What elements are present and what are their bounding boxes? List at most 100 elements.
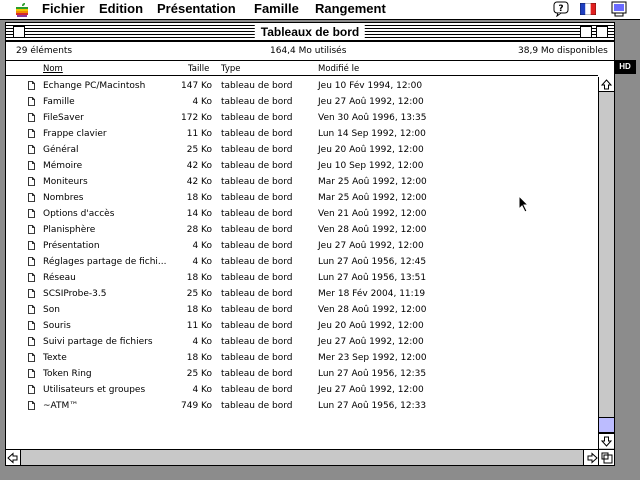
scroll-right-arrow-icon[interactable] bbox=[583, 450, 598, 465]
apple-menu-icon[interactable] bbox=[14, 2, 30, 18]
column-modified[interactable]: Modifié le bbox=[318, 63, 359, 75]
list-item[interactable]: Planisphère 28 Ko tableau de bord Ven 28 Ao… bbox=[6, 222, 598, 238]
file-type: tableau de bord bbox=[221, 337, 293, 347]
file-modified: Lun 27 Aoû 1956, 12:35 bbox=[318, 369, 427, 379]
file-type: tableau de bord bbox=[221, 241, 293, 251]
list-item[interactable]: Moniteurs 42 Ko tableau de bord Mar 25 Aoû … bbox=[6, 174, 598, 190]
list-item[interactable]: Texte 18 Ko tableau de bord Mer 23 Sep 1992… bbox=[6, 350, 598, 366]
list-item[interactable]: Echange PC/Macintosh 147 Ko tableau de bor… bbox=[6, 78, 598, 94]
document-icon bbox=[28, 225, 35, 234]
collapse-box-icon[interactable] bbox=[596, 26, 608, 38]
item-count: 29 éléments bbox=[16, 46, 73, 56]
hard-disk-icon[interactable]: HD bbox=[614, 60, 636, 74]
list-item[interactable]: Options d'accès 14 Ko tableau de bord Ven 2… bbox=[6, 206, 598, 222]
file-size: 25 Ko bbox=[186, 289, 212, 299]
file-modified: Mar 25 Aoû 1992, 12:00 bbox=[318, 177, 427, 187]
title-bar[interactable]: Tableaux de bord bbox=[6, 23, 614, 42]
finder-window: Tableaux de bord 29 éléments 164,4 Mo ut… bbox=[5, 22, 615, 466]
document-icon bbox=[28, 241, 35, 250]
file-modified: Ven 28 Aoû 1992, 12:00 bbox=[318, 225, 427, 235]
file-type: tableau de bord bbox=[221, 321, 293, 331]
list-item[interactable]: ~ATM™ 749 Ko tableau de bord Lun 27 Aoû 195… bbox=[6, 398, 598, 414]
column-size[interactable]: Taille bbox=[188, 63, 209, 75]
file-modified: Jeu 27 Aoû 1992, 12:00 bbox=[318, 337, 424, 347]
size-box-icon[interactable] bbox=[598, 449, 614, 465]
disk-used: 164,4 Mo utilisés bbox=[270, 46, 347, 56]
column-name[interactable]: Nom bbox=[43, 63, 63, 75]
french-flag-icon[interactable] bbox=[580, 3, 596, 15]
file-type: tableau de bord bbox=[221, 129, 293, 139]
file-modified: Jeu 10 Sep 1992, 12:00 bbox=[318, 161, 424, 171]
finder-app-icon[interactable] bbox=[610, 1, 628, 17]
document-icon bbox=[28, 369, 35, 378]
file-type: tableau de bord bbox=[221, 145, 293, 155]
list-item[interactable]: Mémoire 42 Ko tableau de bord Jeu 10 Sep 19… bbox=[6, 158, 598, 174]
document-icon bbox=[28, 401, 35, 410]
file-type: tableau de bord bbox=[221, 177, 293, 187]
file-type: tableau de bord bbox=[221, 385, 293, 395]
file-size: 749 Ko bbox=[181, 401, 212, 411]
document-icon bbox=[28, 209, 35, 218]
file-name: Réglages partage de fichi... bbox=[43, 257, 167, 267]
vertical-scrollbar[interactable] bbox=[598, 77, 614, 449]
file-size: 4 Ko bbox=[192, 337, 212, 347]
list-item[interactable]: Famille 4 Ko tableau de bord Jeu 27 Aoû 199… bbox=[6, 94, 598, 110]
file-type: tableau de bord bbox=[221, 97, 293, 107]
column-type[interactable]: Type bbox=[221, 63, 241, 75]
scroll-left-arrow-icon[interactable] bbox=[6, 450, 21, 465]
document-icon bbox=[28, 177, 35, 186]
file-list: Echange PC/Macintosh 147 Ko tableau de bor… bbox=[6, 76, 598, 448]
menu-rangement[interactable]: Rangement bbox=[315, 1, 386, 17]
menu-famille[interactable]: Famille bbox=[254, 1, 299, 17]
file-name: Frappe clavier bbox=[43, 129, 107, 139]
zoom-box-icon[interactable] bbox=[580, 26, 592, 38]
info-bar: 29 éléments 164,4 Mo utilisés 38,9 Mo di… bbox=[6, 42, 614, 61]
file-name: SCSIProbe-3.5 bbox=[43, 289, 107, 299]
list-item[interactable]: Nombres 18 Ko tableau de bord Mar 25 Aoû 19… bbox=[6, 190, 598, 206]
scroll-down-arrow-icon[interactable] bbox=[599, 433, 614, 448]
list-item[interactable]: Utilisateurs et groupes 4 Ko tableau de bo… bbox=[6, 382, 598, 398]
file-modified: Jeu 27 Aoû 1992, 12:00 bbox=[318, 97, 424, 107]
menu-edition[interactable]: Edition bbox=[99, 1, 143, 17]
list-item[interactable]: Présentation 4 Ko tableau de bord Jeu 27 Ao… bbox=[6, 238, 598, 254]
list-item[interactable]: FileSaver 172 Ko tableau de bord Ven 30 Aoû… bbox=[6, 110, 598, 126]
list-item[interactable]: Suivi partage de fichiers 4 Ko tableau de … bbox=[6, 334, 598, 350]
document-icon bbox=[28, 81, 35, 90]
file-name: Présentation bbox=[43, 241, 100, 251]
file-name: Famille bbox=[43, 97, 75, 107]
list-item[interactable]: Frappe clavier 11 Ko tableau de bord Lun 14… bbox=[6, 126, 598, 142]
file-modified: Ven 30 Aoû 1996, 13:35 bbox=[318, 113, 427, 123]
list-item[interactable]: Général 25 Ko tableau de bord Jeu 20 Aoû 19… bbox=[6, 142, 598, 158]
list-item[interactable]: Son 18 Ko tableau de bord Ven 28 Aoû 1992, … bbox=[6, 302, 598, 318]
list-item[interactable]: Réglages partage de fichi... 4 Ko tableau … bbox=[6, 254, 598, 270]
file-name: Général bbox=[43, 145, 79, 155]
file-name: Son bbox=[43, 305, 60, 315]
document-icon bbox=[28, 385, 35, 394]
file-type: tableau de bord bbox=[221, 273, 293, 283]
menu-presentation[interactable]: Présentation bbox=[157, 1, 236, 17]
scroll-thumb[interactable] bbox=[599, 417, 614, 433]
file-size: 11 Ko bbox=[186, 321, 212, 331]
document-icon bbox=[28, 305, 35, 314]
file-size: 11 Ko bbox=[186, 129, 212, 139]
document-icon bbox=[28, 353, 35, 362]
help-balloon-icon[interactable]: ? bbox=[553, 1, 569, 17]
list-item[interactable]: Réseau 18 Ko tableau de bord Lun 27 Aoû 195… bbox=[6, 270, 598, 286]
scroll-up-arrow-icon[interactable] bbox=[599, 77, 614, 92]
file-type: tableau de bord bbox=[221, 209, 293, 219]
file-name: Texte bbox=[43, 353, 67, 363]
mouse-pointer-icon bbox=[518, 195, 530, 213]
list-item[interactable]: Souris 11 Ko tableau de bord Jeu 20 Aoû 199… bbox=[6, 318, 598, 334]
close-box-icon[interactable] bbox=[13, 26, 25, 38]
document-icon bbox=[28, 273, 35, 282]
list-item[interactable]: Token Ring 25 Ko tableau de bord Lun 27 Aoû… bbox=[6, 366, 598, 382]
horizontal-scrollbar[interactable] bbox=[6, 449, 598, 465]
disk-available: 38,9 Mo disponibles bbox=[518, 46, 608, 56]
list-item[interactable]: SCSIProbe-3.5 25 Ko tableau de bord Mer 18 … bbox=[6, 286, 598, 302]
document-icon bbox=[28, 257, 35, 266]
menu-fichier[interactable]: Fichier bbox=[42, 1, 85, 17]
file-name: ~ATM™ bbox=[43, 401, 79, 411]
file-name: Mémoire bbox=[43, 161, 83, 171]
file-modified: Lun 14 Sep 1992, 12:00 bbox=[318, 129, 426, 139]
file-type: tableau de bord bbox=[221, 113, 293, 123]
